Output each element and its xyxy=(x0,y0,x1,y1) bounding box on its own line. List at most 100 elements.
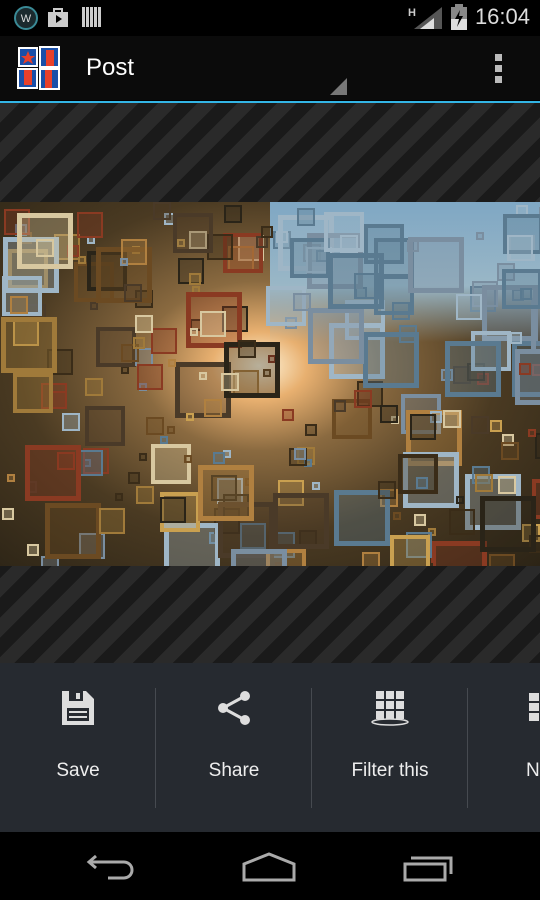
mosaic-tile xyxy=(415,476,428,489)
mosaic-tile xyxy=(515,348,540,405)
mosaic-tile xyxy=(27,543,40,556)
mosaic-tile xyxy=(507,234,534,261)
filter-this-label: Filter this xyxy=(351,760,429,781)
mosaic-tile xyxy=(378,480,397,499)
action-panel: Save Share Filter this N xyxy=(0,663,540,832)
mosaic-tile xyxy=(127,472,140,485)
next-action-button[interactable]: N xyxy=(468,663,540,832)
mosaic-tile xyxy=(354,390,373,409)
overflow-menu-icon[interactable] xyxy=(494,54,506,84)
mosaic-tile xyxy=(16,213,73,270)
mosaic-tile xyxy=(200,310,227,337)
page-title[interactable]: Post xyxy=(86,54,134,82)
mosaic-tile xyxy=(9,296,28,315)
mosaic-tile xyxy=(98,507,125,534)
mosaic-tile xyxy=(1,508,14,521)
mosaic-tile xyxy=(135,486,154,505)
mosaic-tile xyxy=(407,240,420,253)
action-bar: Post xyxy=(0,36,540,104)
mosaic-tile xyxy=(296,208,315,227)
mosaic-tile xyxy=(87,236,96,245)
mosaic-tile xyxy=(275,230,288,243)
mosaic-tile xyxy=(534,433,540,460)
mosaic-tile xyxy=(311,482,320,491)
share-icon xyxy=(218,691,250,725)
mosaic-tile xyxy=(119,257,128,266)
image-stage xyxy=(0,103,540,663)
mosaic-tile xyxy=(390,535,431,566)
mosaic-tile xyxy=(159,496,186,523)
mosaic-tile xyxy=(146,417,165,436)
recents-icon[interactable] xyxy=(403,854,455,882)
mosaic-tile xyxy=(124,284,143,303)
app-logo-icon[interactable] xyxy=(16,45,62,91)
mosaic-tile xyxy=(199,371,208,380)
spinner-triangle-icon[interactable] xyxy=(330,78,348,96)
mosaic-tile xyxy=(260,226,273,239)
next-action-label: N xyxy=(526,760,540,781)
mosaic-tile xyxy=(76,211,103,238)
mosaic-tile xyxy=(334,400,347,413)
filter-grid-icon xyxy=(371,691,409,726)
back-icon[interactable] xyxy=(86,854,138,882)
mosaic-tile xyxy=(183,455,192,464)
mosaic-tile xyxy=(230,548,287,566)
mosaic-tile xyxy=(362,551,381,566)
mosaic-tile xyxy=(292,292,311,311)
mosaic-tile xyxy=(84,377,103,396)
mosaic-tile xyxy=(167,426,176,435)
mosaic-tile xyxy=(498,476,517,495)
save-button[interactable]: Save xyxy=(0,663,156,832)
mosaic-tile xyxy=(431,540,488,566)
mosaic-tile xyxy=(362,332,419,389)
h-signal-icon: H xyxy=(408,7,442,29)
mosaic-tile xyxy=(114,493,123,502)
svg-text:H: H xyxy=(408,7,416,19)
mosaic-tile xyxy=(307,308,364,365)
mosaic-tile xyxy=(520,287,533,300)
mosaic-tile xyxy=(510,331,523,344)
mosaic-tile xyxy=(413,514,426,527)
mosaic-tile xyxy=(490,420,503,433)
mosaic-tile xyxy=(189,328,198,337)
mosaic-tile xyxy=(134,315,153,334)
mosaic-tile xyxy=(160,435,169,444)
save-label: Save xyxy=(56,760,100,781)
mosaic-tile xyxy=(380,405,398,424)
mosaic-tile xyxy=(139,453,148,462)
mosaic-tile xyxy=(203,398,222,417)
share-button[interactable]: Share xyxy=(156,663,312,832)
mosaic-tile xyxy=(442,410,461,429)
mosaic-tile xyxy=(448,508,475,535)
mosaic-tile xyxy=(272,492,329,549)
mosaic-tile xyxy=(189,273,202,286)
mosaic-tile xyxy=(25,445,82,502)
mosaic-tile xyxy=(90,302,99,311)
mosaic-tile xyxy=(393,511,402,520)
mosaic-tile xyxy=(293,448,306,461)
play-store-icon xyxy=(48,8,68,27)
mosaic-tile xyxy=(456,496,465,505)
mosaic-tile xyxy=(475,232,484,241)
mosaic-tile xyxy=(167,358,176,367)
status-bar: W H 16:04 xyxy=(0,0,540,36)
mosaic-tile xyxy=(133,337,146,350)
mosaic-tile xyxy=(137,363,164,390)
mosaic-tile xyxy=(172,212,213,253)
mosaic-tile xyxy=(198,464,255,521)
filter-this-button[interactable]: Filter this xyxy=(312,663,468,832)
mosaic-tile xyxy=(471,415,490,434)
mosaic-tile xyxy=(281,409,294,422)
mosaic-tile xyxy=(77,255,86,264)
post-image[interactable] xyxy=(0,202,540,566)
barcode-icon xyxy=(82,7,101,27)
wordpress-icon: W xyxy=(14,6,38,30)
mosaic-tile xyxy=(305,424,318,437)
home-icon[interactable] xyxy=(242,852,296,882)
mosaic-tile xyxy=(488,553,515,566)
mosaic-tile xyxy=(528,428,537,437)
mosaic-tile xyxy=(150,327,177,354)
mosaic-tile xyxy=(324,212,365,253)
mosaic-tile xyxy=(185,413,194,422)
mosaic-tile xyxy=(6,473,15,482)
